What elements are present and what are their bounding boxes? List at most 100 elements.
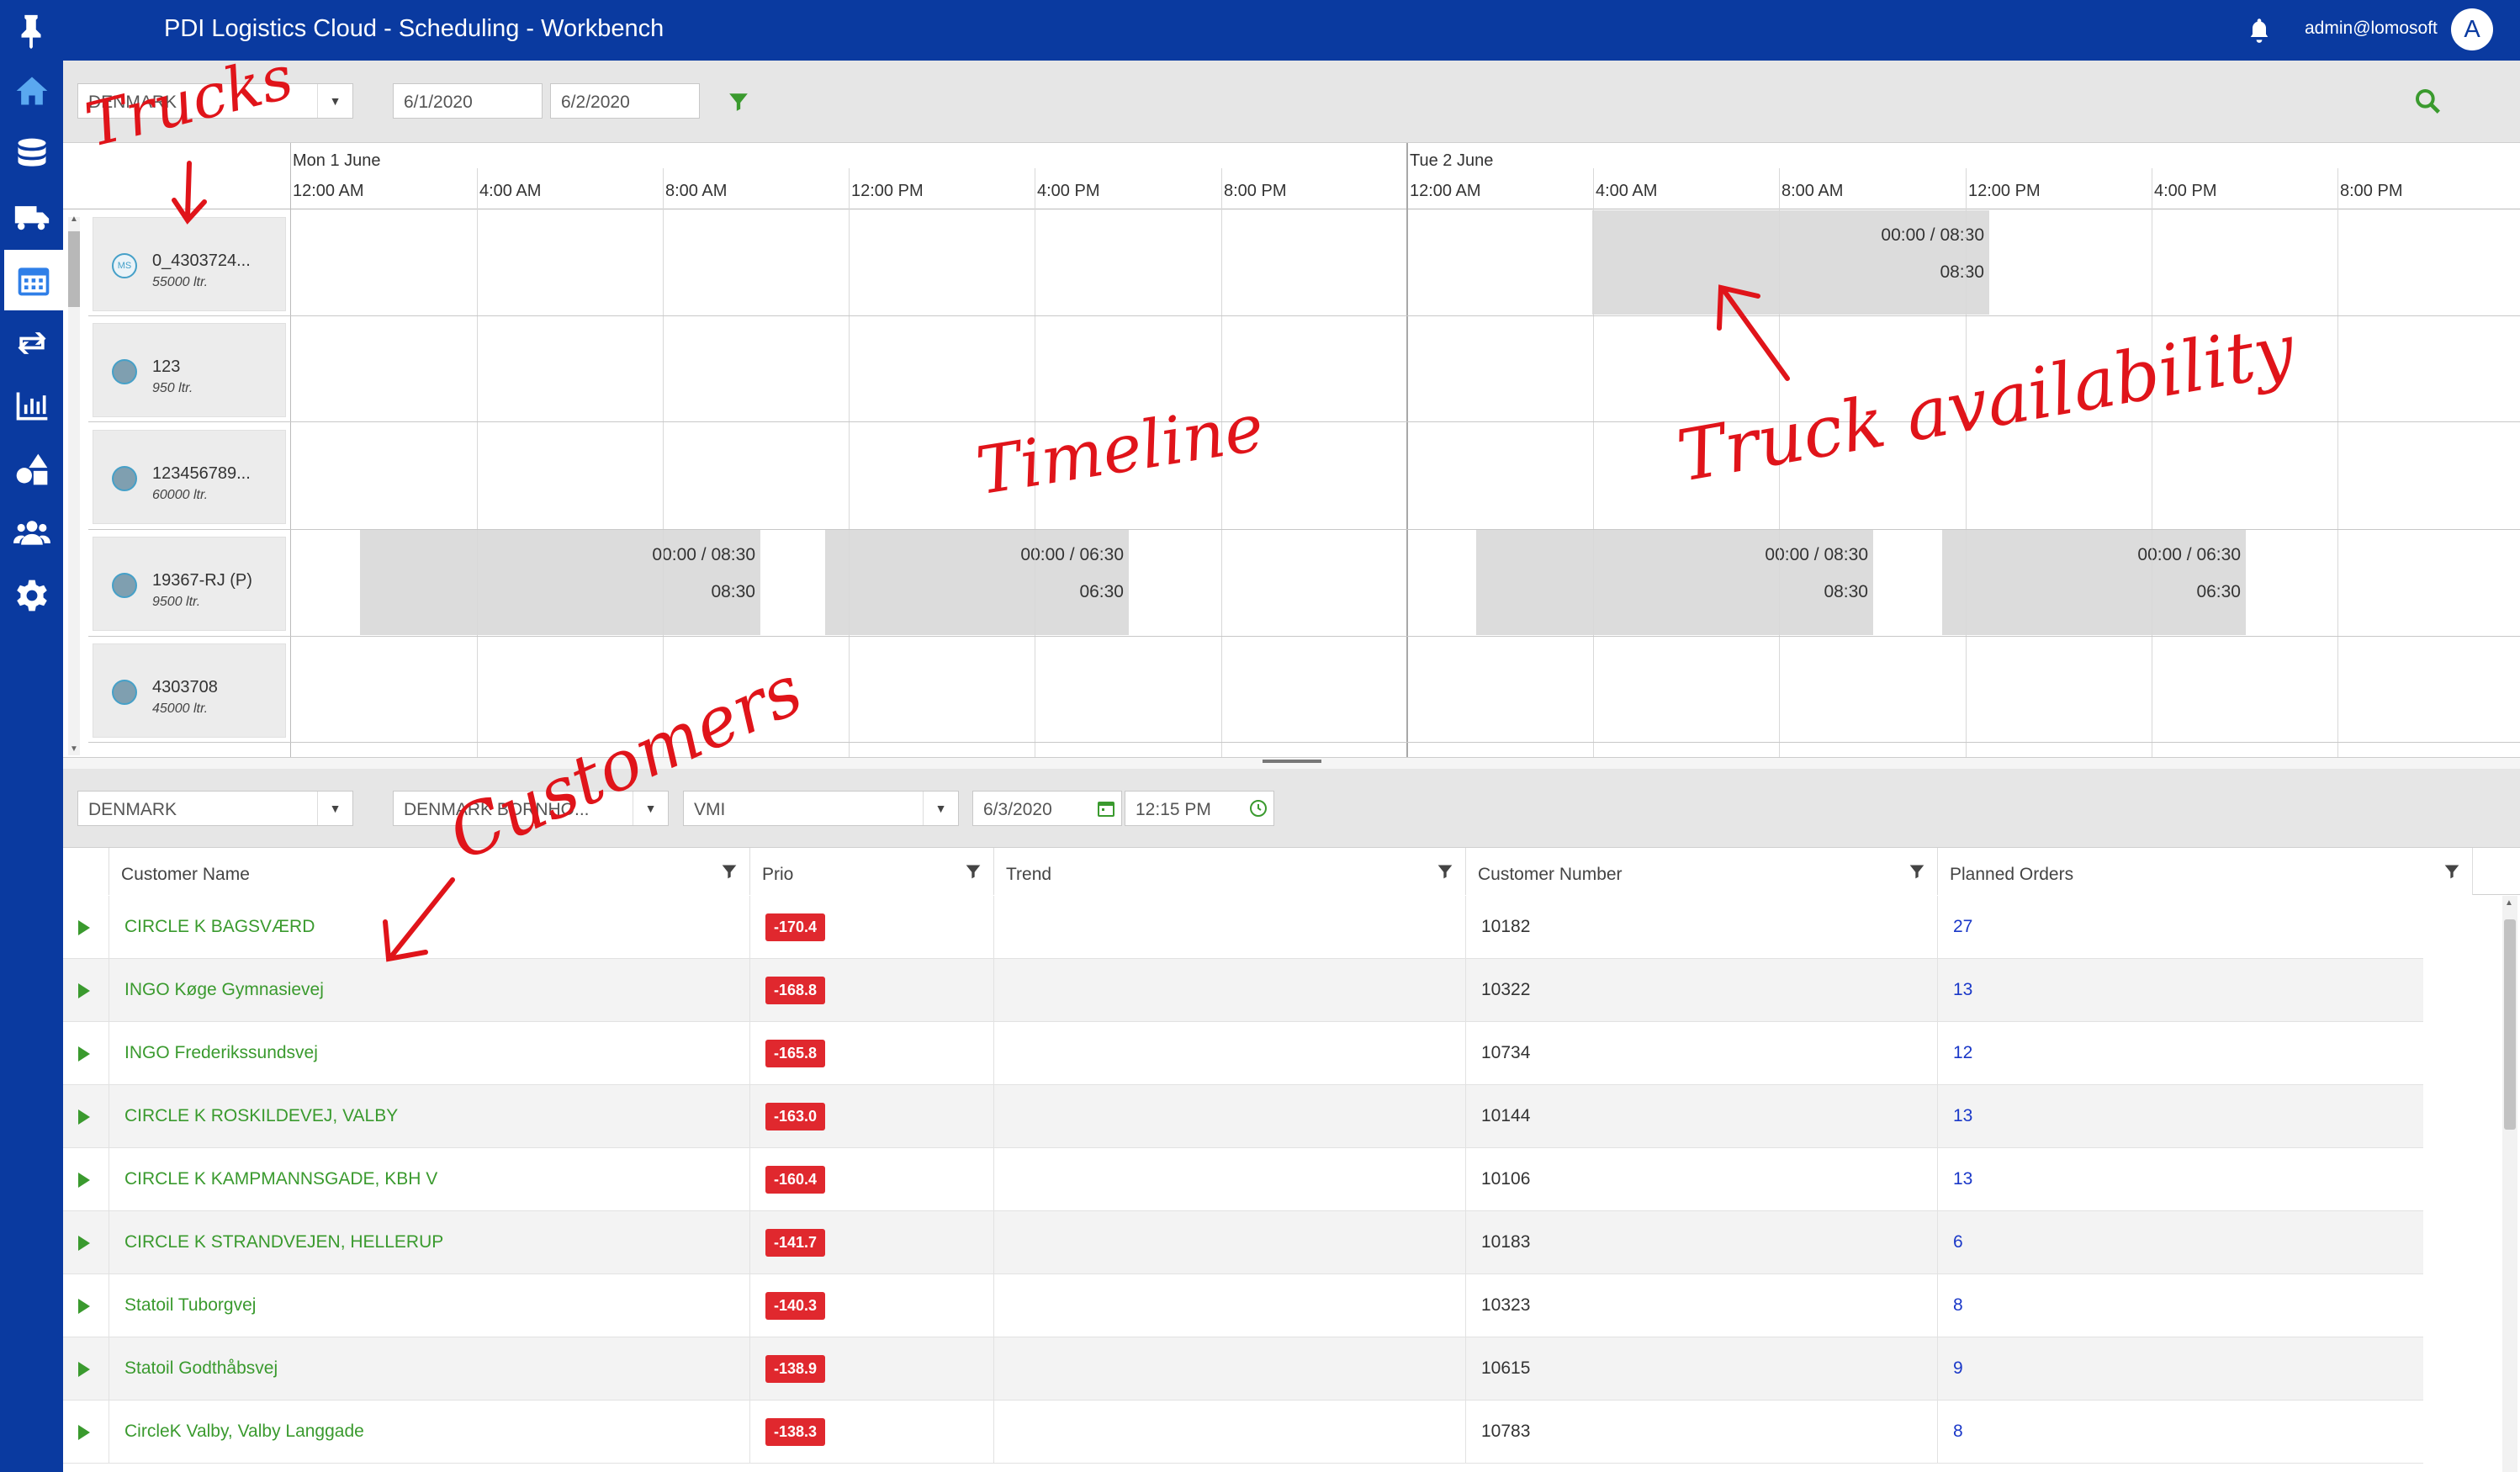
nav-home[interactable] <box>0 61 63 121</box>
customer-name-cell[interactable]: CIRCLE K STRANDVEJEN, HELLERUP <box>109 1211 750 1274</box>
table-row[interactable]: INGO Frederikssundsvej -165.8 10734 12 <box>63 1022 2423 1085</box>
expand-row-icon[interactable] <box>78 1173 90 1188</box>
customer-number-cell: 10323 <box>1466 1274 1938 1337</box>
prio-badge: -168.8 <box>765 977 826 1004</box>
nav-database[interactable] <box>0 124 63 184</box>
scroll-up-icon[interactable]: ▲ <box>70 214 78 224</box>
nav-shapes[interactable] <box>0 439 63 500</box>
customer-country-select[interactable]: DENMARK ▼ <box>77 791 353 826</box>
truck-capacity: 45000 ltr. <box>152 702 209 716</box>
avatar[interactable]: A <box>2451 8 2493 50</box>
availability-block[interactable]: 00:00 / 06:30 06:30 <box>1942 530 2246 635</box>
filter-icon[interactable] <box>1909 863 1925 880</box>
table-row[interactable]: CIRCLE K ROSKILDEVEJ, VALBY -163.0 10144… <box>63 1085 2423 1148</box>
filter-icon[interactable] <box>728 91 749 113</box>
table-row[interactable]: CIRCLE K STRANDVEJEN, HELLERUP -141.7 10… <box>63 1211 2423 1274</box>
day-label: Tue 2 June <box>1410 151 1494 170</box>
table-row[interactable]: CIRCLE K KAMPMANNSGADE, KBH V -160.4 101… <box>63 1148 2423 1211</box>
clock-icon[interactable] <box>1248 798 1268 818</box>
nav-settings[interactable] <box>0 565 63 626</box>
table-row[interactable]: Statoil Godthåbsvej -138.9 10615 9 <box>63 1337 2423 1401</box>
customer-name-cell[interactable]: INGO Køge Gymnasievej <box>109 959 750 1022</box>
truck-card[interactable]: 19367-RJ (P) 9500 ltr. <box>93 537 286 631</box>
customer-name-cell[interactable]: Statoil Godthåbsvej <box>109 1337 750 1401</box>
planned-orders-cell[interactable]: 13 <box>1938 1085 2423 1148</box>
expand-cell[interactable] <box>63 1211 109 1274</box>
truck-card[interactable]: 123456789... 60000 ltr. <box>93 430 286 524</box>
nav-trucks[interactable] <box>0 187 63 247</box>
availability-range: 00:00 / 08:30 <box>652 545 755 564</box>
nav-users[interactable] <box>0 502 63 563</box>
customer-name-cell[interactable]: CIRCLE K KAMPMANNSGADE, KBH V <box>109 1148 750 1211</box>
bell-icon[interactable] <box>2247 17 2271 44</box>
planned-orders-cell[interactable]: 6 <box>1938 1211 2423 1274</box>
table-row[interactable]: INGO Køge Gymnasievej -168.8 10322 13 <box>63 959 2423 1022</box>
filter-icon[interactable] <box>965 863 982 880</box>
expand-cell[interactable] <box>63 1274 109 1337</box>
row-divider <box>88 742 2520 743</box>
column-header-customer-number[interactable]: Customer Number <box>1466 848 1938 895</box>
column-header-trend[interactable]: Trend <box>994 848 1466 895</box>
truck-card[interactable]: 123 950 ltr. <box>93 323 286 417</box>
customer-date-input[interactable]: 6/3/2020 <box>972 791 1122 826</box>
table-row[interactable]: Statoil Tuborgvej -140.3 10323 8 <box>63 1274 2423 1337</box>
planned-orders-cell[interactable]: 8 <box>1938 1401 2423 1464</box>
customer-name-cell[interactable]: INGO Frederikssundsvej <box>109 1022 750 1085</box>
customer-time-input[interactable]: 12:15 PM <box>1125 791 1274 826</box>
expand-cell[interactable] <box>63 1337 109 1401</box>
scroll-down-icon[interactable]: ▼ <box>70 744 78 754</box>
expand-row-icon[interactable] <box>78 983 90 998</box>
expand-cell[interactable] <box>63 896 109 959</box>
expand-cell[interactable] <box>63 1022 109 1085</box>
table-row[interactable]: CircleK Valby, Valby Langgade -138.3 107… <box>63 1401 2423 1464</box>
expand-cell[interactable] <box>63 1085 109 1148</box>
pin-icon[interactable] <box>12 12 50 50</box>
prio-cell: -138.3 <box>750 1401 994 1464</box>
calendar-picker-icon[interactable] <box>1096 798 1116 818</box>
availability-range: 00:00 / 08:30 <box>1881 225 1984 245</box>
bar-chart-icon <box>16 392 47 421</box>
nav-reports[interactable] <box>0 376 63 437</box>
date-from-input[interactable]: 6/1/2020 <box>393 83 543 119</box>
customer-name-cell[interactable]: CircleK Valby, Valby Langgade <box>109 1401 750 1464</box>
expand-row-icon[interactable] <box>78 1299 90 1314</box>
filter-icon[interactable] <box>1437 863 1453 880</box>
planned-orders-cell[interactable]: 9 <box>1938 1337 2423 1401</box>
planned-orders-cell[interactable]: 8 <box>1938 1274 2423 1337</box>
truck-card[interactable]: MS 0_4303724... 55000 ltr. <box>93 217 286 311</box>
pane-splitter[interactable] <box>63 757 2520 769</box>
availability-block[interactable]: 00:00 / 08:30 08:30 <box>360 530 760 635</box>
type-select[interactable]: VMI ▼ <box>683 791 959 826</box>
expand-row-icon[interactable] <box>78 1046 90 1062</box>
nav-calendar[interactable] <box>0 250 63 310</box>
expand-cell[interactable] <box>63 1401 109 1464</box>
truck-capacity: 950 ltr. <box>152 381 193 395</box>
availability-block[interactable]: 00:00 / 08:30 08:30 <box>1476 530 1873 635</box>
grid-scrollbar-thumb[interactable] <box>2504 919 2516 1130</box>
planned-orders-cell[interactable]: 12 <box>1938 1022 2423 1085</box>
expand-cell[interactable] <box>63 1148 109 1211</box>
column-header-prio[interactable]: Prio <box>750 848 994 895</box>
customer-name-cell[interactable]: Statoil Tuborgvej <box>109 1274 750 1337</box>
column-header-planned-orders[interactable]: Planned Orders <box>1938 848 2473 895</box>
search-icon[interactable] <box>2414 87 2441 114</box>
timeline-scrollbar-thumb[interactable] <box>68 231 80 307</box>
expand-row-icon[interactable] <box>78 1362 90 1377</box>
filter-icon[interactable] <box>2443 863 2460 880</box>
planned-orders-cell[interactable]: 13 <box>1938 959 2423 1022</box>
expand-row-icon[interactable] <box>78 1109 90 1125</box>
filter-icon[interactable] <box>721 863 738 880</box>
nav-transfer[interactable] <box>0 313 63 373</box>
planned-orders-cell[interactable]: 27 <box>1938 896 2423 959</box>
expand-row-icon[interactable] <box>78 1425 90 1440</box>
planned-orders-cell[interactable]: 13 <box>1938 1148 2423 1211</box>
date-to-input[interactable]: 6/2/2020 <box>550 83 700 119</box>
user-name[interactable]: admin@lomosoft <box>2305 19 2438 39</box>
expand-row-icon[interactable] <box>78 920 90 935</box>
scroll-up-icon[interactable]: ▲ <box>2505 898 2513 908</box>
customer-name-cell[interactable]: CIRCLE K ROSKILDEVEJ, VALBY <box>109 1085 750 1148</box>
expand-cell[interactable] <box>63 959 109 1022</box>
truck-card[interactable]: 4303708 45000 ltr. <box>93 643 286 738</box>
expand-row-icon[interactable] <box>78 1236 90 1251</box>
availability-block[interactable]: 00:00 / 06:30 06:30 <box>825 530 1129 635</box>
